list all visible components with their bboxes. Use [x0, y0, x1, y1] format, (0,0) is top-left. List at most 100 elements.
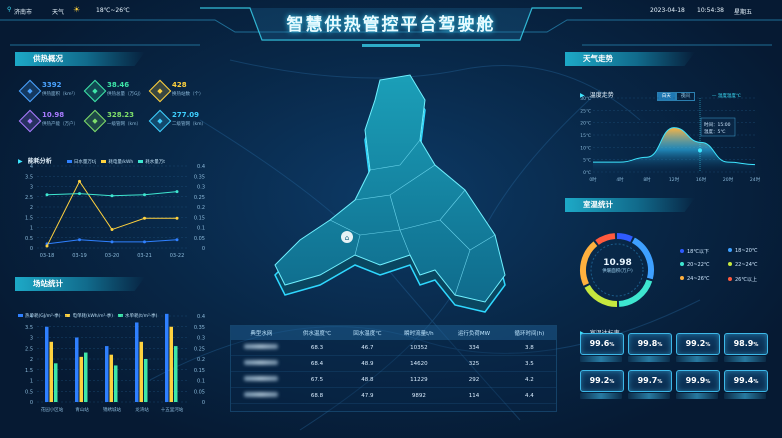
table-header-cell: 供水温度℃: [291, 326, 343, 340]
y-tick-label-right: 0.4: [197, 314, 205, 320]
redacted-cell: [231, 371, 292, 388]
table-cell: 4.4: [502, 387, 556, 404]
weather-chart: 30℃ 25℃ 20℃ 15℃ 10℃ 5℃ 0℃0时 4时 8时 12时 16时 20时 24时 时间：…: [580, 96, 761, 183]
section-title: 场站统计: [33, 279, 63, 288]
compliance-card: 99.2%: [676, 333, 720, 362]
x-tick-label: 锦绣城站: [103, 406, 121, 413]
redacted-name: [244, 376, 279, 381]
table-row[interactable]: 68.3 46.7 10352 334 3.8: [231, 340, 556, 356]
y-tick-label: 15℃: [580, 133, 591, 139]
y-tick-label: 2: [30, 357, 33, 363]
rate-unit: %: [657, 379, 663, 385]
y-tick-label: 0: [30, 400, 33, 406]
rate-value: 99.7%: [628, 370, 672, 392]
table-header-cell: 回水温度℃: [342, 326, 393, 340]
kpi-grid: ◆ 3392 供热面积（km²） ◆ 38.46 供热总量（万GJ） ◆ 428 换…: [18, 79, 220, 140]
x-tick-label: 12时: [669, 176, 680, 183]
table-header-cell: 典型水网: [231, 326, 292, 340]
pipe-icon: ◆: [83, 109, 107, 133]
x-tick-label: 龙湾站: [135, 406, 149, 413]
table-row[interactable]: 68.8 47.9 9892 114 4.4: [231, 387, 556, 404]
bar: [84, 352, 88, 402]
table-header-cell: 瞬时流量t/h: [392, 326, 446, 340]
table-cell: 68.8: [291, 387, 343, 404]
data-point: [143, 240, 146, 244]
redacted-name: [244, 360, 279, 365]
legend-label: 24~26℃: [687, 276, 710, 282]
x-tick-label: 16时: [696, 176, 707, 183]
rate-value: 99.2%: [580, 370, 624, 392]
y-tick-label: 1: [30, 226, 33, 232]
section-indoor: 室温统计: [565, 198, 695, 212]
kpi-label: 供热总量（万GJ）: [107, 92, 144, 97]
rate-unit: %: [705, 379, 711, 385]
table-cell: 68.3: [291, 340, 343, 356]
donut-slice: [618, 279, 653, 307]
bar: [114, 365, 118, 402]
indoor-legend-item: 18℃以下: [680, 248, 709, 255]
legend-swatch: [728, 262, 732, 266]
weather-label: 天气: [52, 9, 65, 16]
table-cell: 3.8: [502, 340, 556, 356]
legend-label: 22~24℃: [735, 262, 758, 268]
y-tick-label-right: 0.2: [197, 205, 205, 211]
rate-number: 99.2: [685, 339, 706, 348]
x-tick-label: 十五里河站: [161, 406, 184, 413]
bar: [144, 359, 148, 402]
compliance-card: 99.2%: [580, 370, 624, 399]
x-tick-label: 青山站: [75, 406, 89, 413]
legend-label: 18℃以下: [687, 249, 709, 255]
redacted-name: [244, 344, 279, 349]
data-point: [45, 193, 49, 197]
bar: [165, 313, 169, 402]
data-point: [45, 244, 49, 248]
y-tick-label: 2.5: [25, 346, 33, 352]
legend-swatch: [680, 276, 684, 280]
y-tick-label-right: 0.05: [194, 389, 205, 395]
data-point: [175, 216, 179, 220]
x-tick-label: 03-22: [170, 253, 185, 259]
kpi-value: 3392: [42, 81, 62, 89]
donut-slice: [595, 233, 616, 246]
city-map[interactable]: ⌂: [260, 70, 530, 320]
table-cell: 334: [445, 340, 503, 356]
y-tick-label-right: 0.3: [197, 185, 205, 191]
table-cell: 3.5: [502, 355, 556, 372]
section-title: 室温统计: [583, 200, 613, 209]
donut-label: 供暖面积(万户): [602, 269, 633, 274]
kpi-value: 328.23: [107, 111, 135, 119]
compliance-card: 99.7%: [628, 370, 672, 399]
bar: [169, 326, 173, 402]
y-tick-label-right: 0.4: [197, 164, 205, 170]
y-tick-label: 0.5: [25, 389, 33, 395]
y-tick-label: 1.5: [25, 368, 33, 374]
station-icon: ◆: [148, 79, 172, 103]
y-tick-label-right: 0.35: [194, 174, 205, 180]
gauge-icon: ◆: [83, 79, 107, 103]
grid-icon: ◆: [18, 79, 42, 103]
y-tick-label: 1: [30, 379, 33, 385]
rate-number: 99.4: [733, 376, 754, 385]
rate-value: 99.2%: [676, 333, 720, 355]
kpi-label: 一级管网（km）: [107, 122, 141, 127]
kpi-value: 38.46: [107, 81, 130, 89]
indoor-legend-item: 22~24℃: [728, 262, 758, 268]
indoor-legend-item: 26℃以上: [728, 276, 757, 283]
table-row[interactable]: 67.5 48.8 11229 292 4.2: [231, 371, 556, 388]
table-cell: 4.2: [502, 371, 556, 388]
rate-number: 99.8: [637, 339, 658, 348]
x-tick-label: 24时: [750, 176, 761, 183]
y-tick-label: 3.5: [25, 325, 33, 331]
donut-value: 10.98: [603, 258, 632, 268]
y-tick-label: 2.5: [25, 195, 33, 201]
table-row[interactable]: 68.4 48.9 14620 325 3.5: [231, 355, 556, 372]
section-supply-overview: 供热概况: [15, 52, 145, 66]
y-tick-label: 1.5: [25, 215, 33, 221]
data-point: [110, 240, 114, 244]
y-tick-label: 0: [30, 246, 33, 252]
rate-base: [580, 356, 622, 362]
tooltip-point: [698, 148, 702, 153]
data-point: [175, 238, 179, 242]
home-icon: ◆: [18, 109, 42, 133]
bar: [109, 354, 113, 402]
